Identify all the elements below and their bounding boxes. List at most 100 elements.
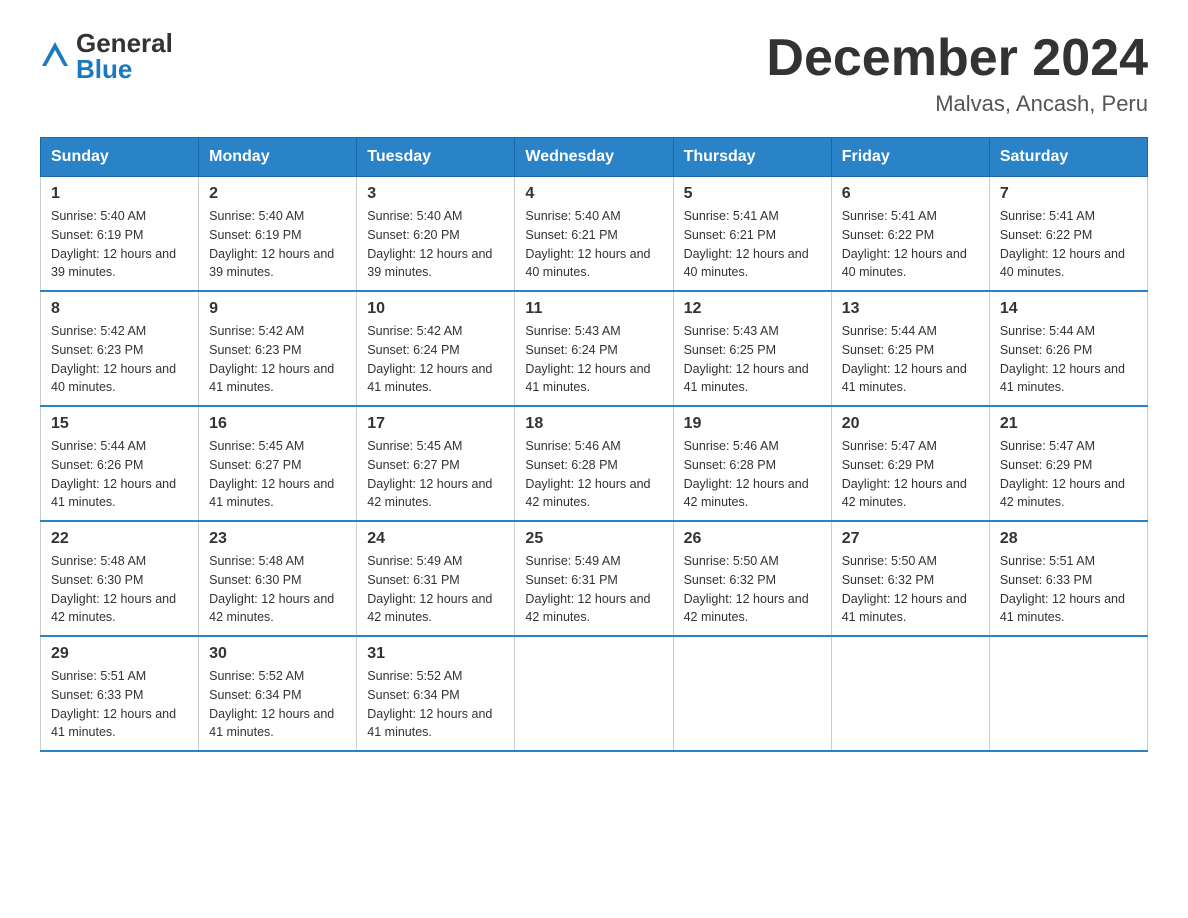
weekday-header-friday: Friday xyxy=(831,138,989,177)
day-number: 12 xyxy=(684,300,821,318)
day-number: 27 xyxy=(842,530,979,548)
day-info: Sunrise: 5:40 AMSunset: 6:19 PMDaylight:… xyxy=(209,207,346,282)
day-number: 31 xyxy=(367,645,504,663)
calendar-cell: 28 Sunrise: 5:51 AMSunset: 6:33 PMDaylig… xyxy=(989,521,1147,636)
logo-icon xyxy=(40,40,70,75)
day-number: 5 xyxy=(684,185,821,203)
weekday-header-row: SundayMondayTuesdayWednesdayThursdayFrid… xyxy=(41,138,1148,177)
day-number: 4 xyxy=(525,185,662,203)
day-number: 21 xyxy=(1000,415,1137,433)
calendar-cell: 7 Sunrise: 5:41 AMSunset: 6:22 PMDayligh… xyxy=(989,177,1147,292)
calendar-cell xyxy=(515,636,673,751)
day-info: Sunrise: 5:41 AMSunset: 6:22 PMDaylight:… xyxy=(842,207,979,282)
calendar-cell: 10 Sunrise: 5:42 AMSunset: 6:24 PMDaylig… xyxy=(357,291,515,406)
day-number: 10 xyxy=(367,300,504,318)
day-number: 22 xyxy=(51,530,188,548)
day-info: Sunrise: 5:40 AMSunset: 6:19 PMDaylight:… xyxy=(51,207,188,282)
day-info: Sunrise: 5:52 AMSunset: 6:34 PMDaylight:… xyxy=(209,667,346,742)
day-info: Sunrise: 5:44 AMSunset: 6:25 PMDaylight:… xyxy=(842,322,979,397)
calendar-cell: 22 Sunrise: 5:48 AMSunset: 6:30 PMDaylig… xyxy=(41,521,199,636)
calendar-cell: 1 Sunrise: 5:40 AMSunset: 6:19 PMDayligh… xyxy=(41,177,199,292)
weekday-header-tuesday: Tuesday xyxy=(357,138,515,177)
day-info: Sunrise: 5:41 AMSunset: 6:22 PMDaylight:… xyxy=(1000,207,1137,282)
day-info: Sunrise: 5:50 AMSunset: 6:32 PMDaylight:… xyxy=(684,552,821,627)
day-info: Sunrise: 5:44 AMSunset: 6:26 PMDaylight:… xyxy=(51,437,188,512)
day-number: 9 xyxy=(209,300,346,318)
calendar-cell: 15 Sunrise: 5:44 AMSunset: 6:26 PMDaylig… xyxy=(41,406,199,521)
calendar-cell xyxy=(831,636,989,751)
calendar-cell: 2 Sunrise: 5:40 AMSunset: 6:19 PMDayligh… xyxy=(199,177,357,292)
calendar-cell: 3 Sunrise: 5:40 AMSunset: 6:20 PMDayligh… xyxy=(357,177,515,292)
day-info: Sunrise: 5:51 AMSunset: 6:33 PMDaylight:… xyxy=(51,667,188,742)
weekday-header-wednesday: Wednesday xyxy=(515,138,673,177)
day-info: Sunrise: 5:40 AMSunset: 6:21 PMDaylight:… xyxy=(525,207,662,282)
logo-general: General xyxy=(76,30,173,56)
calendar-cell: 16 Sunrise: 5:45 AMSunset: 6:27 PMDaylig… xyxy=(199,406,357,521)
calendar-week-row: 29 Sunrise: 5:51 AMSunset: 6:33 PMDaylig… xyxy=(41,636,1148,751)
day-number: 11 xyxy=(525,300,662,318)
day-info: Sunrise: 5:48 AMSunset: 6:30 PMDaylight:… xyxy=(51,552,188,627)
day-info: Sunrise: 5:52 AMSunset: 6:34 PMDaylight:… xyxy=(367,667,504,742)
calendar-cell: 23 Sunrise: 5:48 AMSunset: 6:30 PMDaylig… xyxy=(199,521,357,636)
day-info: Sunrise: 5:47 AMSunset: 6:29 PMDaylight:… xyxy=(842,437,979,512)
day-info: Sunrise: 5:40 AMSunset: 6:20 PMDaylight:… xyxy=(367,207,504,282)
calendar-cell: 25 Sunrise: 5:49 AMSunset: 6:31 PMDaylig… xyxy=(515,521,673,636)
day-number: 25 xyxy=(525,530,662,548)
title-block: December 2024 Malvas, Ancash, Peru xyxy=(766,30,1148,117)
day-info: Sunrise: 5:41 AMSunset: 6:21 PMDaylight:… xyxy=(684,207,821,282)
day-info: Sunrise: 5:46 AMSunset: 6:28 PMDaylight:… xyxy=(525,437,662,512)
day-number: 26 xyxy=(684,530,821,548)
calendar-cell: 24 Sunrise: 5:49 AMSunset: 6:31 PMDaylig… xyxy=(357,521,515,636)
calendar-cell: 14 Sunrise: 5:44 AMSunset: 6:26 PMDaylig… xyxy=(989,291,1147,406)
day-number: 8 xyxy=(51,300,188,318)
day-number: 17 xyxy=(367,415,504,433)
calendar-cell: 6 Sunrise: 5:41 AMSunset: 6:22 PMDayligh… xyxy=(831,177,989,292)
header: General Blue December 2024 Malvas, Ancas… xyxy=(40,30,1148,117)
calendar-cell: 12 Sunrise: 5:43 AMSunset: 6:25 PMDaylig… xyxy=(673,291,831,406)
calendar-cell: 27 Sunrise: 5:50 AMSunset: 6:32 PMDaylig… xyxy=(831,521,989,636)
day-info: Sunrise: 5:42 AMSunset: 6:24 PMDaylight:… xyxy=(367,322,504,397)
day-number: 16 xyxy=(209,415,346,433)
day-info: Sunrise: 5:42 AMSunset: 6:23 PMDaylight:… xyxy=(209,322,346,397)
day-info: Sunrise: 5:45 AMSunset: 6:27 PMDaylight:… xyxy=(209,437,346,512)
calendar-week-row: 22 Sunrise: 5:48 AMSunset: 6:30 PMDaylig… xyxy=(41,521,1148,636)
calendar-cell: 4 Sunrise: 5:40 AMSunset: 6:21 PMDayligh… xyxy=(515,177,673,292)
calendar-cell: 20 Sunrise: 5:47 AMSunset: 6:29 PMDaylig… xyxy=(831,406,989,521)
day-number: 24 xyxy=(367,530,504,548)
day-number: 29 xyxy=(51,645,188,663)
month-title: December 2024 xyxy=(766,30,1148,87)
day-info: Sunrise: 5:51 AMSunset: 6:33 PMDaylight:… xyxy=(1000,552,1137,627)
day-number: 7 xyxy=(1000,185,1137,203)
day-info: Sunrise: 5:45 AMSunset: 6:27 PMDaylight:… xyxy=(367,437,504,512)
calendar-cell: 30 Sunrise: 5:52 AMSunset: 6:34 PMDaylig… xyxy=(199,636,357,751)
location-title: Malvas, Ancash, Peru xyxy=(766,91,1148,117)
day-number: 3 xyxy=(367,185,504,203)
day-number: 14 xyxy=(1000,300,1137,318)
day-info: Sunrise: 5:43 AMSunset: 6:24 PMDaylight:… xyxy=(525,322,662,397)
day-info: Sunrise: 5:50 AMSunset: 6:32 PMDaylight:… xyxy=(842,552,979,627)
day-info: Sunrise: 5:49 AMSunset: 6:31 PMDaylight:… xyxy=(525,552,662,627)
day-number: 19 xyxy=(684,415,821,433)
day-info: Sunrise: 5:42 AMSunset: 6:23 PMDaylight:… xyxy=(51,322,188,397)
calendar-week-row: 1 Sunrise: 5:40 AMSunset: 6:19 PMDayligh… xyxy=(41,177,1148,292)
day-number: 1 xyxy=(51,185,188,203)
calendar-cell xyxy=(673,636,831,751)
day-info: Sunrise: 5:48 AMSunset: 6:30 PMDaylight:… xyxy=(209,552,346,627)
day-number: 18 xyxy=(525,415,662,433)
day-number: 13 xyxy=(842,300,979,318)
day-number: 6 xyxy=(842,185,979,203)
weekday-header-thursday: Thursday xyxy=(673,138,831,177)
calendar-cell: 31 Sunrise: 5:52 AMSunset: 6:34 PMDaylig… xyxy=(357,636,515,751)
calendar-cell: 9 Sunrise: 5:42 AMSunset: 6:23 PMDayligh… xyxy=(199,291,357,406)
day-info: Sunrise: 5:47 AMSunset: 6:29 PMDaylight:… xyxy=(1000,437,1137,512)
logo-text: General Blue xyxy=(76,30,173,82)
calendar-cell: 21 Sunrise: 5:47 AMSunset: 6:29 PMDaylig… xyxy=(989,406,1147,521)
calendar-week-row: 8 Sunrise: 5:42 AMSunset: 6:23 PMDayligh… xyxy=(41,291,1148,406)
day-number: 23 xyxy=(209,530,346,548)
calendar-week-row: 15 Sunrise: 5:44 AMSunset: 6:26 PMDaylig… xyxy=(41,406,1148,521)
day-info: Sunrise: 5:49 AMSunset: 6:31 PMDaylight:… xyxy=(367,552,504,627)
calendar-cell: 11 Sunrise: 5:43 AMSunset: 6:24 PMDaylig… xyxy=(515,291,673,406)
weekday-header-sunday: Sunday xyxy=(41,138,199,177)
calendar-cell: 26 Sunrise: 5:50 AMSunset: 6:32 PMDaylig… xyxy=(673,521,831,636)
weekday-header-monday: Monday xyxy=(199,138,357,177)
